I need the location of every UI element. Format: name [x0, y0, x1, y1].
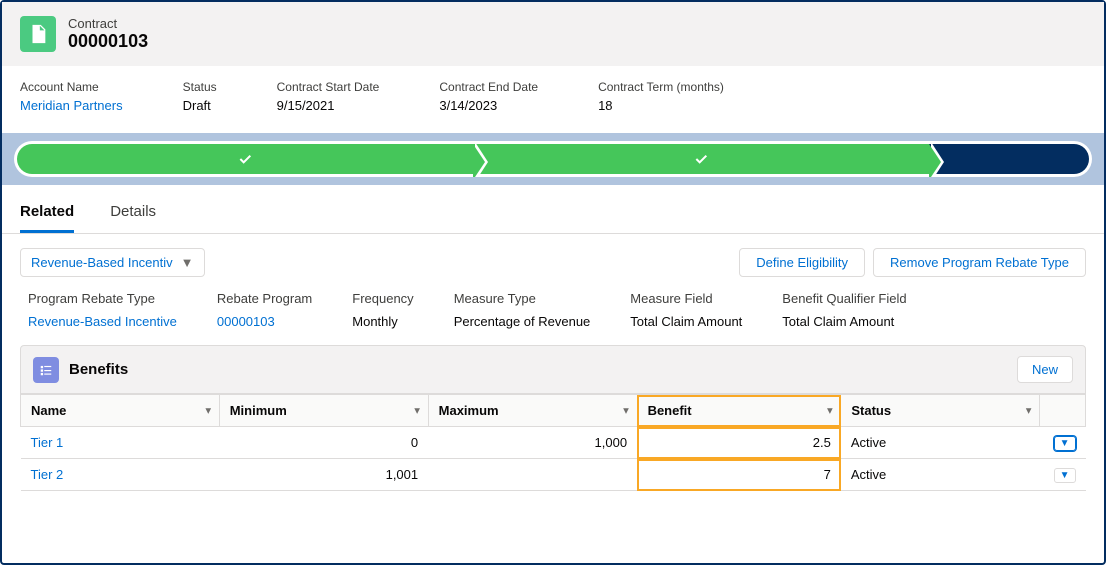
status-value: Draft	[183, 98, 217, 113]
chevron-down-icon: ▼	[181, 255, 194, 270]
detail-label: Frequency	[352, 291, 413, 306]
remove-rebate-type-button[interactable]: Remove Program Rebate Type	[873, 248, 1086, 277]
path-stage-2[interactable]	[473, 144, 929, 174]
min-cell: 1,001	[219, 459, 428, 491]
tier-link[interactable]: Tier 1	[21, 427, 220, 459]
record-header: Contract 00000103	[2, 2, 1104, 66]
tier-link[interactable]: Tier 2	[21, 459, 220, 491]
col-name[interactable]: Name▾	[21, 395, 220, 427]
status-cell: Active	[841, 427, 1040, 459]
col-benefit[interactable]: Benefit▾	[637, 395, 841, 427]
benefits-header: Benefits New	[20, 345, 1086, 394]
path-stage-3[interactable]	[929, 144, 1089, 174]
chevron-down-icon: ▾	[206, 405, 211, 416]
detail-label: Program Rebate Type	[28, 291, 177, 306]
tab-related[interactable]: Related	[20, 203, 74, 233]
chevron-down-icon: ▾	[827, 405, 832, 416]
rebate-details: Program Rebate Type Revenue-Based Incent…	[2, 291, 1104, 345]
table-row: Tier 2 1,001 7 Active ▼	[21, 459, 1086, 491]
detail-label: Measure Type	[454, 291, 591, 306]
program-rebate-type-link[interactable]: Revenue-Based Incentive	[28, 314, 177, 329]
account-name-link[interactable]: Meridian Partners	[20, 98, 123, 113]
field-label: Contract End Date	[439, 80, 538, 94]
benefit-cell: 2.5	[637, 427, 841, 459]
define-eligibility-button[interactable]: Define Eligibility	[739, 248, 865, 277]
field-label: Contract Term (months)	[598, 80, 724, 94]
col-maximum[interactable]: Maximum▾	[428, 395, 637, 427]
col-actions	[1040, 395, 1086, 427]
term-value: 18	[598, 98, 724, 113]
dropdown-label: Revenue-Based Incentiv	[31, 255, 173, 270]
row-actions-button[interactable]: ▼	[1054, 436, 1076, 451]
contract-icon	[20, 16, 56, 52]
field-label: Status	[183, 80, 217, 94]
col-minimum[interactable]: Minimum▾	[219, 395, 428, 427]
detail-label: Benefit Qualifier Field	[782, 291, 906, 306]
detail-label: Measure Field	[630, 291, 742, 306]
frequency-value: Monthly	[352, 314, 413, 329]
chevron-down-icon: ▾	[1026, 405, 1031, 416]
col-status[interactable]: Status▾	[841, 395, 1040, 427]
min-cell: 0	[219, 427, 428, 459]
measure-field-value: Total Claim Amount	[630, 314, 742, 329]
benefit-cell: 7	[637, 459, 841, 491]
record-number: 00000103	[68, 31, 148, 52]
check-icon	[237, 151, 253, 167]
max-cell	[428, 459, 637, 491]
status-cell: Active	[841, 459, 1040, 491]
highlights-panel: Account Name Meridian Partners Status Dr…	[2, 66, 1104, 133]
field-label: Contract Start Date	[277, 80, 380, 94]
end-date-value: 3/14/2023	[439, 98, 538, 113]
record-type-label: Contract	[68, 16, 148, 31]
row-actions-button[interactable]: ▼	[1054, 468, 1076, 483]
tabs: Related Details	[2, 185, 1104, 234]
path-stage-1[interactable]	[17, 144, 473, 174]
table-row: Tier 1 0 1,000 2.5 Active ▼	[21, 427, 1086, 459]
check-icon	[693, 151, 709, 167]
new-benefit-button[interactable]: New	[1017, 356, 1073, 383]
chevron-down-icon: ▾	[624, 405, 629, 416]
tab-details[interactable]: Details	[110, 203, 156, 233]
start-date-value: 9/15/2021	[277, 98, 380, 113]
benefits-icon	[33, 357, 59, 383]
detail-label: Rebate Program	[217, 291, 312, 306]
benefits-title: Benefits	[69, 361, 128, 378]
rebate-type-dropdown[interactable]: Revenue-Based Incentiv ▼	[20, 248, 205, 277]
toolbar: Revenue-Based Incentiv ▼ Define Eligibil…	[2, 234, 1104, 291]
qualifier-value: Total Claim Amount	[782, 314, 906, 329]
measure-type-value: Percentage of Revenue	[454, 314, 591, 329]
path-container	[2, 133, 1104, 185]
field-label: Account Name	[20, 80, 123, 94]
rebate-program-link[interactable]: 00000103	[217, 314, 312, 329]
benefits-table: Name▾ Minimum▾ Maximum▾ Benefit▾ Status▾…	[20, 394, 1086, 491]
max-cell: 1,000	[428, 427, 637, 459]
chevron-down-icon: ▾	[415, 405, 420, 416]
